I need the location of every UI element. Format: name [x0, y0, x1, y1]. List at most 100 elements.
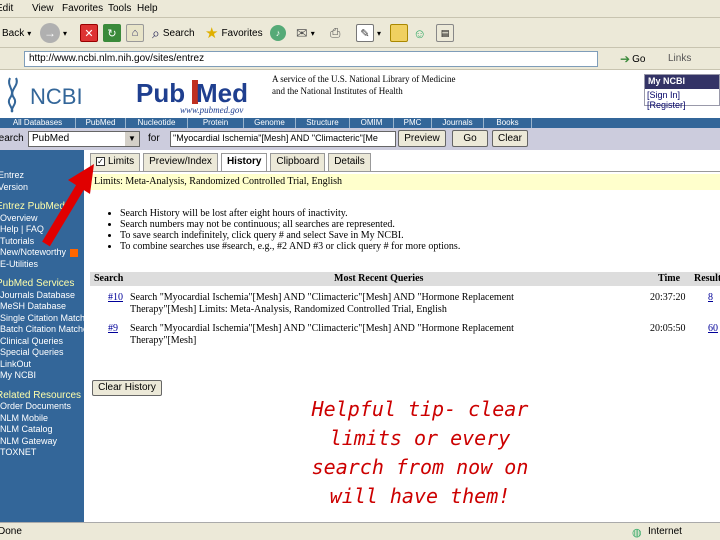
search-db-label: Search: [0, 133, 24, 144]
pubmed-logo[interactable]: Pub Med www.pubmed.gov: [136, 72, 266, 116]
sidebar-item-clinical-queries[interactable]: Clinical Queries: [0, 336, 84, 348]
chevron-down-icon: ▾: [63, 28, 68, 38]
media-button[interactable]: ♪: [270, 22, 286, 44]
note-item: Search History will be lost after eight …: [120, 208, 720, 219]
chevron-down-icon: ▾: [377, 28, 382, 38]
sidebar-entrez[interactable]: Entrez: [0, 170, 84, 182]
nav-pubmed[interactable]: PubMed: [76, 118, 126, 128]
sidebar-item-tutorials[interactable]: Tutorials: [0, 236, 84, 248]
edit-button[interactable]: ✎ ▾: [356, 22, 381, 44]
limits-bar: Limits: Meta-Analysis, Randomized Contro…: [90, 174, 720, 190]
sidebar-item-special-queries[interactable]: Special Queries: [0, 347, 84, 359]
address-input[interactable]: http://www.ncbi.nlm.nih.gov/sites/entrez: [24, 51, 598, 67]
query-input[interactable]: "Myocardial Ischemia"[Mesh] AND "Climact…: [170, 131, 396, 147]
sidebar-item-e-utilities[interactable]: E-Utilities: [0, 259, 84, 271]
preview-button[interactable]: Preview: [398, 130, 446, 147]
search-button[interactable]: ⌕ Search: [152, 22, 195, 44]
database-select[interactable]: PubMed ▼: [28, 131, 140, 147]
favorites-label: Favorites: [221, 27, 263, 39]
folder-button[interactable]: [390, 22, 408, 44]
history-query-number[interactable]: #10: [108, 292, 123, 304]
history-query-line1: Search "Myocardial Ischemia"[Mesh] AND "…: [130, 292, 514, 303]
chevron-down-icon: ▼: [125, 132, 139, 146]
sidebar-item-journals-database[interactable]: Journals Database: [0, 290, 84, 302]
history-query-number[interactable]: #9: [108, 323, 118, 335]
sidebar-item-nlm-gateway[interactable]: NLM Gateway: [0, 436, 84, 448]
sidebar-item-batch-citation[interactable]: Batch Citation Matcher: [0, 324, 84, 336]
history-query-line2: Therapy"[Mesh] Limits: Meta-Analysis, Ra…: [130, 304, 447, 315]
tab-history[interactable]: History: [220, 153, 268, 172]
menu-favorites[interactable]: Favorites: [62, 3, 103, 14]
sidebar-item-overview[interactable]: Overview: [0, 213, 84, 225]
go-button[interactable]: Go: [452, 130, 488, 147]
sidebar-item-help-faq[interactable]: Help | FAQ: [0, 224, 84, 236]
menu-help[interactable]: Help: [137, 3, 158, 14]
myncbi-signin[interactable]: [Sign In] [Register]: [645, 89, 719, 111]
sidebar-item-single-citation[interactable]: Single Citation Matcher: [0, 313, 84, 325]
menu-edit[interactable]: Edit: [0, 3, 13, 14]
nav-nucleotide[interactable]: Nucleotide: [126, 118, 188, 128]
security-zone: Internet: [648, 526, 682, 537]
sidebar-item-my-ncbi[interactable]: My NCBI: [0, 370, 84, 382]
myncbi-title[interactable]: My NCBI: [645, 75, 719, 89]
back-button[interactable]: Back ▾: [2, 22, 31, 44]
nav-omim[interactable]: OMIM: [350, 118, 394, 128]
tab-details[interactable]: Details: [328, 153, 371, 171]
nav-pmc[interactable]: PMC: [394, 118, 432, 128]
sidebar-version[interactable]: Version: [0, 182, 84, 194]
links-label[interactable]: Links: [668, 53, 691, 64]
database-navbar: All Databases PubMed Nucleotide Protein …: [0, 118, 720, 128]
nav-protein[interactable]: Protein: [188, 118, 244, 128]
note-item: To save search indefinitely, click query…: [120, 230, 720, 241]
ncbi-logo-text: NCBI: [30, 84, 83, 109]
rss-icon[interactable]: [70, 248, 79, 257]
nav-all-databases[interactable]: All Databases: [0, 118, 76, 128]
tab-divider: [90, 171, 720, 172]
menu-view[interactable]: View: [32, 3, 54, 14]
status-bar: Done ◍ Internet: [0, 522, 720, 540]
favorites-button[interactable]: ★ Favorites: [205, 22, 263, 44]
col-result: Result: [694, 273, 720, 284]
history-result-count[interactable]: 8: [708, 292, 713, 304]
address-go-button[interactable]: ➔ Go: [620, 51, 645, 67]
sidebar-item-new-noteworthy[interactable]: New/Noteworthy: [0, 247, 84, 259]
sidebar-item-toxnet[interactable]: TOXNET: [0, 447, 84, 459]
sidebar-item-linkout[interactable]: LinkOut: [0, 359, 84, 371]
checkbox-icon[interactable]: ✓: [96, 157, 105, 166]
home-button[interactable]: ⌂: [126, 22, 144, 44]
history-time: 20:37:20: [650, 292, 686, 303]
refresh-icon: ↻: [103, 24, 121, 42]
tab-preview-index[interactable]: Preview/Index: [143, 153, 218, 171]
research-button[interactable]: ▤: [436, 22, 454, 44]
tab-clipboard[interactable]: Clipboard: [270, 153, 326, 171]
sidebar-item-nlm-catalog[interactable]: NLM Catalog: [0, 424, 84, 436]
sidebar-pubmed-header: Entrez PubMed: [0, 201, 65, 212]
messenger-icon: ☺: [413, 25, 427, 41]
mail-button[interactable]: ✉ ▾: [296, 22, 315, 44]
globe-icon: ◍: [632, 527, 642, 539]
sidebar-item-order-documents[interactable]: Order Documents: [0, 401, 84, 413]
nav-books[interactable]: Books: [484, 118, 532, 128]
nlm-line2[interactable]: and the National Institutes of Health: [272, 85, 455, 97]
nav-structure[interactable]: Structure: [296, 118, 350, 128]
menu-tools[interactable]: Tools: [108, 3, 131, 14]
forward-button[interactable]: → ▾: [40, 22, 67, 44]
refresh-button[interactable]: ↻: [103, 22, 121, 44]
nav-journals[interactable]: Journals: [432, 118, 484, 128]
stop-button[interactable]: ✕: [80, 22, 98, 44]
sidebar-item-mesh-database[interactable]: MeSH Database: [0, 301, 84, 313]
nlm-attribution: A service of the U.S. National Library o…: [272, 73, 455, 97]
myncbi-box: My NCBI [Sign In] [Register]: [644, 74, 720, 110]
sidebar-item-nlm-mobile[interactable]: NLM Mobile: [0, 413, 84, 425]
history-result-count[interactable]: 60: [708, 323, 718, 335]
print-button[interactable]: ⎙: [330, 22, 340, 44]
clear-button[interactable]: Clear: [492, 130, 528, 147]
nav-genome[interactable]: Genome: [244, 118, 296, 128]
messenger-button[interactable]: ☺: [413, 22, 426, 44]
clear-history-button[interactable]: Clear History: [92, 380, 162, 396]
nlm-line1[interactable]: A service of the U.S. National Library o…: [272, 73, 455, 85]
tab-limits[interactable]: ✓ Limits: [90, 153, 141, 171]
menu-bar: Edit View Favorites Tools Help: [0, 0, 720, 18]
history-notes: Search History will be lost after eight …: [120, 208, 720, 252]
ncbi-logo[interactable]: NCBI: [4, 74, 84, 114]
